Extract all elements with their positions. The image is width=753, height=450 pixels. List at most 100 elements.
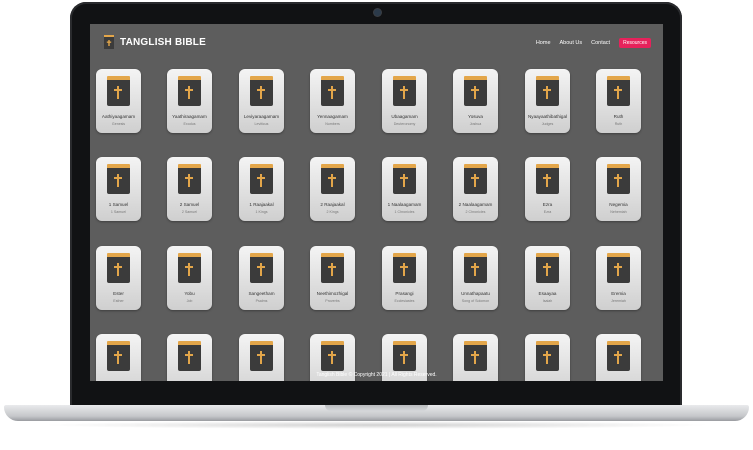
book-name: 1 Naalaagamam (387, 202, 422, 207)
book-english-name: Job (186, 299, 193, 303)
book-card[interactable]: Yaathiraagamam Exodus (167, 69, 212, 133)
book-name: Sangeetham (248, 291, 275, 296)
book-name: Yobu (184, 291, 195, 296)
book-card[interactable]: 1 Samuel 1 Samuel (96, 157, 141, 221)
bible-book-icon (321, 341, 344, 371)
cross-icon-bar (471, 354, 479, 356)
book-english-name: Genesis (111, 122, 126, 126)
cross-icon (117, 174, 119, 187)
bible-book-icon (464, 76, 487, 106)
site-footer: Tanglish Bible © Copyright 2021 | All Ri… (316, 372, 437, 378)
book-card[interactable]: 2 Raajaakal 2 Kings (310, 157, 355, 221)
cross-icon-bar (543, 177, 551, 179)
book-card[interactable]: Sangeetham Psalms (239, 246, 284, 310)
book-english-name: Jeremiah (611, 299, 626, 303)
brand-logo[interactable]: TANGLISH BIBLE (104, 35, 206, 49)
cross-icon (474, 351, 476, 364)
book-english-name: Proverbs (325, 299, 340, 303)
book-card[interactable]: Neethimozhigal Proverbs (310, 246, 355, 310)
cross-icon-bar (543, 89, 551, 91)
bible-book-icon (178, 164, 201, 194)
book-name: Yennaagamam (317, 114, 348, 119)
book-card[interactable]: Yosuva Joshua (453, 69, 498, 133)
cross-icon-bar (471, 266, 479, 268)
book-grid: Aathiyaagamam Genesis Yaathiraagamam Exodus… (90, 24, 663, 381)
book-card[interactable]: 2 Samuel 2 Samuel (167, 157, 212, 221)
bible-book-icon (607, 341, 630, 371)
book-card[interactable]: Unnathapaatu Song of Solomon (453, 246, 498, 310)
book-card[interactable]: Negemia Nehemiah (596, 157, 641, 221)
cross-icon (188, 263, 190, 276)
book-card[interactable]: Ruth Ruth (596, 69, 641, 133)
cross-icon (617, 351, 619, 364)
book-card[interactable]: Yennaagamam Numbers (310, 69, 355, 133)
book-card[interactable]: 1 Raajaakal 1 Kings (239, 157, 284, 221)
book-english-name: 2 Samuel (181, 210, 198, 214)
book-name: Eremia (611, 291, 626, 296)
book-english-name: Psalms (255, 299, 268, 303)
bible-book-icon (536, 341, 559, 371)
cross-icon-bar (543, 354, 551, 356)
book-card[interactable]: Ubaagamam Deuteronomy (382, 69, 427, 133)
book-card[interactable]: Ezra Ezra (525, 157, 570, 221)
book-card[interactable]: Yobu Job (167, 246, 212, 310)
bible-book-icon (107, 164, 130, 194)
book-english-name: Joshua (469, 122, 482, 126)
cross-icon (260, 263, 262, 276)
bible-book-icon (464, 253, 487, 283)
resources-button[interactable]: Resources (619, 38, 651, 48)
cross-icon (546, 174, 548, 187)
book-name: 2 Naalaagamam (458, 202, 493, 207)
book-english-name: 1 Chronicles (394, 210, 415, 214)
cross-icon (260, 351, 262, 364)
cross-icon-bar (614, 177, 622, 179)
bible-book-icon (536, 253, 559, 283)
cross-icon-bar (614, 354, 622, 356)
book-card[interactable]: Esaayaa Isaiah (525, 246, 570, 310)
cross-icon (546, 86, 548, 99)
book-name: Yosuva (468, 114, 483, 119)
book-english-name: Judges (541, 122, 554, 126)
book-name: Ezra (542, 202, 553, 207)
book-card[interactable]: Leviyaraagamam Leviticus (239, 69, 284, 133)
cross-icon (546, 351, 548, 364)
bible-book-icon (607, 76, 630, 106)
cross-icon (188, 86, 190, 99)
cross-icon (117, 86, 119, 99)
book-english-name: 1 Samuel (110, 210, 127, 214)
cross-icon-bar (400, 354, 408, 356)
bible-book-icon (321, 164, 344, 194)
book-card[interactable]: Eremia Jeremiah (596, 246, 641, 310)
book-name: Esaayaa (538, 291, 557, 296)
book-card[interactable]: Nyaayaathibathigal Judges (525, 69, 570, 133)
book-name: Yaathiraagamam (172, 114, 207, 119)
bible-book-icon (536, 164, 559, 194)
book-name: 1 Raajaakal (249, 202, 274, 207)
brand-name: TANGLISH BIBLE (120, 36, 206, 48)
book-card[interactable]: Prasangi Ecclesiastes (382, 246, 427, 310)
nav-about-link[interactable]: About Us (560, 40, 583, 46)
cross-icon-bar (114, 354, 122, 356)
cross-icon (403, 86, 405, 99)
book-card[interactable]: 2 Naalaagamam 2 Chronicles (453, 157, 498, 221)
book-card[interactable]: 1 Naalaagamam 1 Chronicles (382, 157, 427, 221)
cross-icon (331, 263, 333, 276)
webcam-icon (374, 9, 381, 16)
cross-icon (617, 174, 619, 187)
book-english-name: Ezra (543, 210, 552, 214)
cross-icon (403, 174, 405, 187)
cross-icon (331, 174, 333, 187)
book-card[interactable]: Aathiyaagamam Genesis (96, 69, 141, 133)
bible-book-icon (607, 164, 630, 194)
book-name: 2 Raajaakal (320, 202, 345, 207)
book-english-name: Esther (113, 299, 124, 303)
nav-contact-link[interactable]: Contact (591, 40, 610, 46)
bible-book-icon (178, 341, 201, 371)
book-english-name: Exodus (183, 122, 196, 126)
book-card[interactable]: Ester Esther (96, 246, 141, 310)
cross-icon-bar (543, 266, 551, 268)
bible-book-icon (250, 253, 273, 283)
cross-icon (474, 174, 476, 187)
nav-home-link[interactable]: Home (536, 40, 551, 46)
cross-icon (331, 351, 333, 364)
